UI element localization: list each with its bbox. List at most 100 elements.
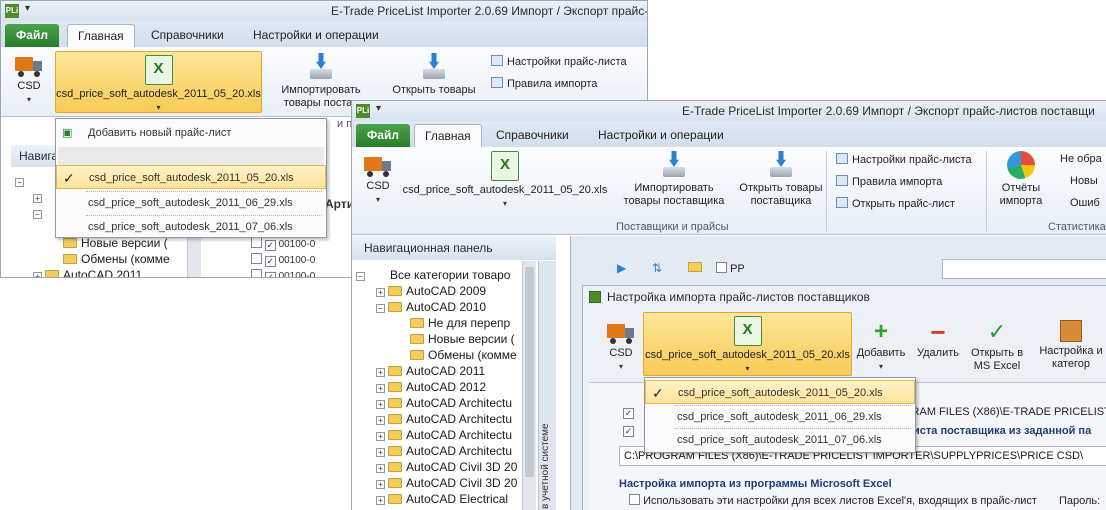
- csd-button[interactable]: CSD ▾: [11, 55, 47, 106]
- tree-item[interactable]: + AutoCAD 2011: [33, 267, 142, 277]
- tab-home[interactable]: Главная: [67, 24, 135, 47]
- table-icon: [836, 197, 848, 208]
- check-icon: ✓: [987, 319, 1007, 344]
- search-input[interactable]: [942, 259, 1106, 279]
- expand-icon[interactable]: +: [376, 480, 385, 489]
- table-row[interactable]: ✓ 00100-0: [251, 253, 315, 267]
- pricelist-option[interactable]: csd_price_soft_autodesk_2011_06_29.xls: [56, 191, 326, 215]
- tree-item[interactable]: Новые версии (: [410, 331, 515, 347]
- tree-item[interactable]: + AutoCAD Architectu: [376, 411, 512, 427]
- pricelist-option-selected[interactable]: ✓ csd_price_soft_autodesk_2011_05_20.xls: [645, 380, 915, 404]
- import-rules-command[interactable]: Правила импорта: [836, 175, 942, 188]
- all-sheets-checkbox[interactable]: Использовать эти настройки для всех лист…: [629, 494, 1037, 507]
- supplier-path-heading: иста поставщика из заданной па: [913, 425, 1092, 437]
- quick-access-dropdown-icon[interactable]: ▾: [376, 103, 381, 114]
- folder-icon: [388, 462, 402, 472]
- add-button[interactable]: + Добавить ▾: [855, 320, 907, 373]
- tree-item[interactable]: Обмены (комме: [410, 347, 517, 363]
- tree-item[interactable]: + AutoCAD Architectu: [376, 443, 512, 459]
- expand-icon[interactable]: +: [376, 448, 385, 457]
- stat-new[interactable]: Новы: [1070, 175, 1098, 187]
- open-goods-button[interactable]: Открыть товары: [387, 53, 481, 97]
- file-tab[interactable]: Файл: [5, 24, 59, 47]
- folder-icon: [63, 254, 77, 264]
- tree-item[interactable]: Не для перепр: [410, 315, 510, 331]
- stat-unprocessed[interactable]: Не обра: [1060, 153, 1102, 165]
- chevron-down-icon: ▾: [375, 195, 380, 204]
- pricelist-selector-button[interactable]: csd_price_soft_autodesk_2011_05_20.xls ▾: [400, 151, 610, 210]
- pricelist-selector-button[interactable]: csd_price_soft_autodesk_2011_05_20.xls ▾: [55, 51, 262, 113]
- supplier-path-checkbox[interactable]: ✓: [623, 424, 634, 437]
- toolbar-icon-sort[interactable]: ⇅: [652, 261, 662, 275]
- tree-item[interactable]: + AutoCAD Architectu: [376, 427, 512, 443]
- folder-icon: [388, 398, 402, 408]
- pricelist-option[interactable]: csd_price_soft_autodesk_2011_06_29.xls: [645, 405, 915, 429]
- title-bar: PLi ▾ E-Trade PriceList Importer 2.0.69 …: [1, 1, 647, 21]
- pricelist-settings-command[interactable]: Настройки прайс-листа: [491, 55, 627, 68]
- check-icon: ✓: [652, 385, 664, 401]
- tree-item[interactable]: + AutoCAD Architectu: [376, 395, 512, 411]
- tree-item[interactable]: Обмены (комме: [63, 251, 170, 267]
- tab-home[interactable]: Главная: [414, 124, 482, 147]
- nav-scrollbar[interactable]: [522, 261, 536, 510]
- expand-icon[interactable]: +: [376, 416, 385, 425]
- expand-icon[interactable]: +: [376, 464, 385, 473]
- expand-icon[interactable]: +: [376, 432, 385, 441]
- file-tab[interactable]: Файл: [356, 124, 410, 147]
- tree-item[interactable]: + AutoCAD Civil 3D 20: [376, 475, 517, 491]
- expand-icon[interactable]: +: [376, 384, 385, 393]
- pricelist-settings-command[interactable]: Настройки прайс-листа: [836, 153, 972, 166]
- quick-access-dropdown-icon[interactable]: ▾: [25, 3, 30, 14]
- nav-panel-header: Навигационная панель: [352, 236, 556, 260]
- tree-item[interactable]: − Все категории товаро: [356, 267, 510, 283]
- open-goods-button[interactable]: Открыть товары поставщика: [732, 151, 830, 208]
- csd-button[interactable]: CSD ▾: [358, 155, 398, 206]
- add-pricelist-item[interactable]: ▣ Добавить новый прайс-лист: [56, 121, 326, 145]
- pp-checkbox[interactable]: PP: [716, 262, 745, 275]
- reports-button[interactable]: Отчёты импорта: [992, 151, 1050, 208]
- excel-icon: [144, 55, 173, 85]
- category-icon: [1060, 320, 1082, 342]
- import-rules-command[interactable]: Правила импорта: [491, 77, 597, 90]
- tree-item[interactable]: + AutoCAD Civil 3D 20: [376, 459, 517, 475]
- pricelist-option[interactable]: csd_price_soft_autodesk_2011_07_06.xls: [56, 215, 326, 239]
- tree-item[interactable]: + AutoCAD 2009: [376, 283, 486, 299]
- excel-section-heading: Настройка импорта из программы Microsoft…: [619, 478, 892, 490]
- csd-button[interactable]: CSD ▾: [601, 322, 641, 373]
- toolbar-icon-run[interactable]: ▶: [617, 261, 626, 275]
- pricelist-selector-button[interactable]: csd_price_soft_autodesk_2011_05_20.xls ▾: [643, 312, 852, 376]
- folder-icon[interactable]: [688, 262, 702, 272]
- open-pricelist-command[interactable]: Открыть прайс-лист: [836, 197, 955, 210]
- pricelist-option-selected[interactable]: ✓ csd_price_soft_autodesk_2011_05_20.xls: [56, 165, 326, 189]
- path-option-checkbox[interactable]: ✓: [623, 406, 634, 419]
- tab-directories[interactable]: Справочники: [486, 124, 579, 147]
- tab-directories[interactable]: Справочники: [141, 24, 234, 47]
- delete-button[interactable]: − Удалить: [913, 319, 963, 360]
- tree-item[interactable]: − AutoCAD 2010: [376, 299, 486, 315]
- open-in-excel-button[interactable]: ✓ Открыть в MS Excel: [967, 320, 1027, 373]
- tree-item[interactable]: + AutoCAD Electrical: [376, 491, 508, 507]
- stat-errors[interactable]: Ошиб: [1070, 197, 1100, 209]
- folder-icon: [388, 366, 402, 376]
- vertical-tab-label[interactable]: в учетной системе: [540, 401, 551, 509]
- tree-item[interactable]: + AutoCAD 2011: [376, 363, 485, 379]
- tree-item[interactable]: + AutoCAD 2012: [376, 379, 486, 395]
- table-row[interactable]: ✓ 00100-0: [251, 269, 315, 277]
- category-settings-button[interactable]: Настройка и категор: [1033, 320, 1106, 371]
- group-label-suppliers: Поставщики и прайсы: [616, 221, 729, 233]
- import-goods-button[interactable]: Импортировать товары поставщика: [614, 151, 734, 208]
- tab-settings-operations[interactable]: Настройки и операции: [588, 124, 734, 147]
- pricelist-option[interactable]: csd_price_soft_autodesk_2011_07_06.xls: [645, 428, 915, 452]
- expand-icon[interactable]: +: [376, 288, 385, 297]
- table-row[interactable]: ✓ 00100-0: [251, 237, 315, 251]
- ribbon: CSD ▾ csd_price_soft_autodesk_2011_05_20…: [352, 147, 1106, 235]
- pricelist-dropdown: ▣ Добавить новый прайс-лист ✓ csd_price_…: [55, 118, 327, 238]
- folder-icon: [388, 494, 402, 504]
- tab-settings-operations[interactable]: Настройки и операции: [243, 24, 389, 47]
- collapse-icon[interactable]: −: [376, 304, 385, 313]
- expand-icon[interactable]: +: [376, 400, 385, 409]
- nav-panel-header: Навига: [11, 145, 61, 167]
- expand-icon[interactable]: +: [376, 368, 385, 377]
- expand-icon[interactable]: +: [376, 496, 385, 505]
- collapse-icon[interactable]: −: [356, 272, 365, 281]
